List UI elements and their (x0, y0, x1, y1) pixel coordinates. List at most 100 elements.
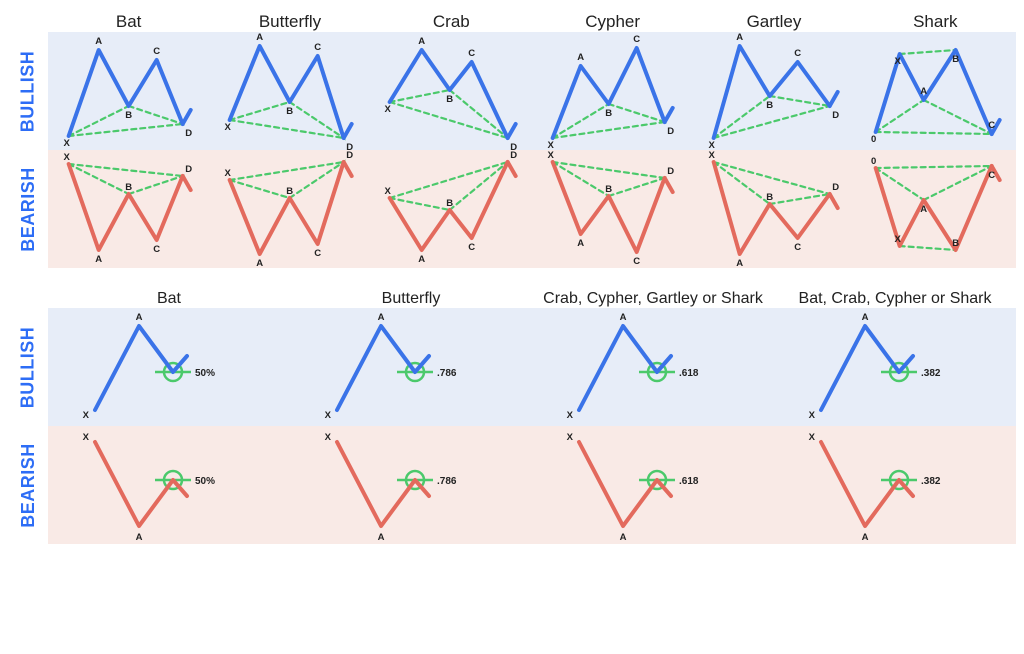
point-A-label: A (577, 52, 584, 63)
point-A-label: A (620, 312, 627, 323)
point-B-label: B (446, 198, 453, 209)
ratio-label: .618 (679, 368, 699, 379)
point-X-label: X (63, 152, 70, 163)
point-X-label: X (547, 140, 554, 150)
point-C-label: C (153, 244, 160, 255)
point-A-label: A (136, 312, 143, 323)
point-B-label: B (767, 192, 774, 203)
point-B-label: B (605, 108, 612, 119)
point-D-label: D (833, 110, 840, 121)
pattern-header: Shark (855, 12, 1016, 32)
point-D-label: D (667, 166, 674, 177)
pattern-bearish-gartley: X A B C D (693, 150, 854, 268)
point-A-label: A (737, 32, 744, 43)
point-A-label: A (95, 254, 102, 265)
pattern-bullish-gartley: XABCD (693, 32, 854, 150)
point-A-label: A (920, 204, 927, 215)
retrace-bullish-1: X A .786 (290, 308, 532, 426)
bullish-label: BULLISH (8, 32, 48, 150)
point-C-label: C (795, 242, 802, 253)
point-C-label: C (633, 34, 640, 45)
point-C-label: C (153, 46, 160, 57)
pattern-bearish-butterfly: XABCD (209, 150, 370, 268)
point-B-label: B (767, 100, 774, 111)
point-X-label: X (63, 138, 70, 149)
point-B-label: B (952, 54, 959, 65)
point-A-label: A (95, 36, 102, 47)
point-X-label: X (894, 56, 901, 67)
point-X-label: X (384, 186, 391, 197)
point-B-label: B (287, 186, 294, 197)
point-A-label: A (378, 312, 385, 323)
point-C-label: C (468, 48, 475, 59)
point-X-label: X (547, 150, 554, 161)
bearish-label: BEARISH (8, 150, 48, 268)
retrace-bearish-2: X A .618 (532, 426, 774, 544)
point-A-label: A (257, 32, 264, 43)
point-A-label: A (862, 312, 869, 323)
point-C-label: C (315, 248, 322, 259)
point-B-label: B (287, 106, 294, 117)
pattern-header: Gartley (693, 12, 854, 32)
point-X-label: X (709, 150, 716, 161)
point-A-label: A (378, 532, 385, 543)
point-A-label: A (737, 258, 744, 268)
point-B-label: B (952, 238, 959, 249)
point-X-label: X (809, 432, 816, 443)
ratio-label: .382 (921, 368, 941, 379)
ratio-label: .786 (437, 476, 457, 487)
point-B-label: B (125, 110, 132, 121)
bearish-label-2: BEARISH (8, 426, 48, 544)
pattern-bearish-cypher: XABCD (532, 150, 693, 268)
point-X-label: X (809, 410, 816, 421)
retrace-bullish-2: X A .618 (532, 308, 774, 426)
point-A-label: A (418, 36, 425, 47)
pattern-header: Crab (371, 12, 532, 32)
ratio-label: 50% (195, 368, 215, 379)
point-D-label: D (347, 142, 354, 150)
point-A-label: A (136, 532, 143, 543)
point-O-label: 0 (871, 156, 876, 167)
pattern-header: Bat (48, 12, 209, 32)
bullish-label-2: BULLISH (8, 308, 48, 426)
point-B-label: B (125, 182, 132, 193)
ratio-label: .786 (437, 368, 457, 379)
point-B-label: B (446, 94, 453, 105)
ratio-label: 50% (195, 476, 215, 487)
pattern-bullish-bat: X A B C D (48, 32, 209, 150)
point-C-label: C (988, 170, 995, 181)
retrace-bearish-3: X A .382 (774, 426, 1016, 544)
pattern-header: Cypher (532, 12, 693, 32)
point-D-label: D (833, 182, 840, 193)
pattern-bullish-shark: 0XABC (855, 32, 1016, 150)
point-C-label: C (633, 256, 640, 267)
point-C-label: C (315, 42, 322, 53)
pattern-bearish-crab: XABCD (371, 150, 532, 268)
point-D-label: D (510, 142, 517, 150)
point-X-label: X (384, 104, 391, 115)
pattern-bullish-crab: X A B C D (371, 32, 532, 150)
point-X-label: X (225, 168, 232, 179)
point-X-label: X (567, 410, 574, 421)
point-X-label: X (225, 122, 232, 133)
point-O-label: 0 (871, 134, 876, 145)
ratio-header: Crab, Cypher, Gartley or Shark (532, 290, 774, 308)
point-X-label: X (709, 140, 716, 150)
point-X-label: X (325, 410, 332, 421)
point-X-label: X (325, 432, 332, 443)
ratio-header: Bat, Crab, Cypher or Shark (774, 290, 1016, 308)
point-A-label: A (862, 532, 869, 543)
point-D-label: D (185, 164, 192, 175)
retrace-bullish-0: X A 50% (48, 308, 290, 426)
point-A-label: A (620, 532, 627, 543)
point-D-label: D (185, 128, 192, 139)
point-X-label: X (567, 432, 574, 443)
point-C-label: C (468, 242, 475, 253)
pattern-bullish-butterfly: X A B C D (209, 32, 370, 150)
pattern-header: Butterfly (209, 12, 370, 32)
ratio-label: .618 (679, 476, 699, 487)
point-A-label: A (257, 258, 264, 268)
point-A-label: A (418, 254, 425, 265)
point-X-label: X (83, 410, 90, 421)
ratio-label: .382 (921, 476, 941, 487)
